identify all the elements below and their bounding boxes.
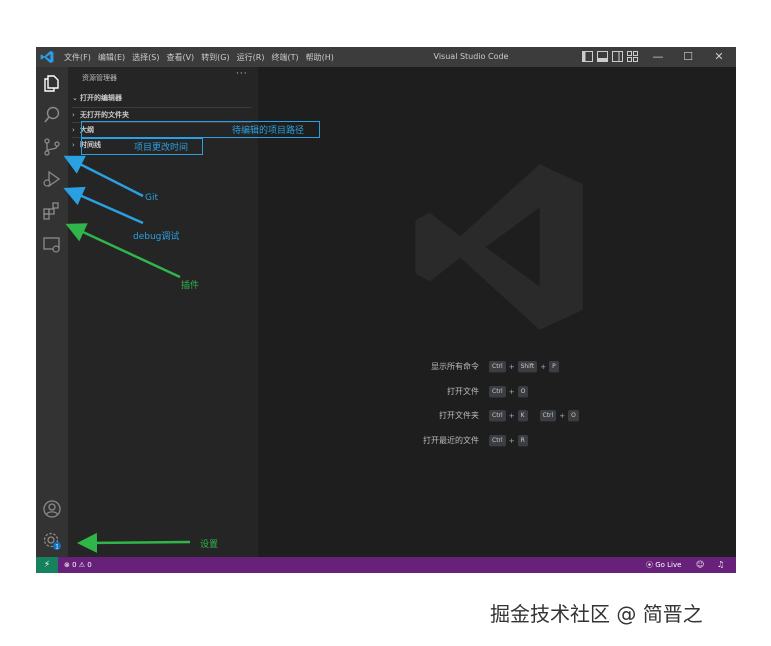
- shortcut-label: 打开文件: [447, 387, 479, 396]
- source-control-icon[interactable]: [42, 137, 62, 157]
- plus-sign: +: [508, 388, 515, 396]
- settings-gear-icon[interactable]: 1: [42, 531, 62, 551]
- plus-sign: +: [559, 412, 566, 420]
- notifications-bell-icon[interactable]: ♫: [717, 557, 724, 573]
- shortcut-keys: Ctrl + Shift + P: [489, 361, 559, 373]
- menu-bar: 文件(F) 编辑(E) 选择(S) 查看(V) 转到(G) 运行(R) 终端(T) 帮助(H): [64, 47, 341, 67]
- vscode-logo-icon: [40, 50, 54, 64]
- shortcut-row[interactable]: 打开文件 Ctrl + O: [258, 385, 736, 399]
- customize-layout-icon[interactable]: [627, 51, 638, 62]
- toggle-sidebar-icon[interactable]: [582, 51, 593, 62]
- shortcut-keys: Ctrl + O: [489, 386, 529, 398]
- keycap: Ctrl: [489, 435, 506, 447]
- run-debug-icon[interactable]: [42, 169, 62, 189]
- minimize-button[interactable]: —: [643, 47, 673, 67]
- watermark: 掘金技术社区 @ 简晋之: [490, 602, 703, 626]
- keycap: Ctrl: [489, 410, 506, 422]
- keycap: P: [549, 361, 559, 373]
- annotation-extensions: 插件: [181, 281, 200, 291]
- vscode-watermark-logo-icon: [415, 164, 583, 330]
- problems-indicator[interactable]: ⊗ 0 ⚠ 0: [64, 557, 92, 573]
- annotation-git: Git: [145, 193, 159, 203]
- menu-item[interactable]: 帮助(H): [306, 52, 334, 63]
- chevron-right-icon: ›: [72, 141, 75, 149]
- search-icon[interactable]: [42, 105, 62, 125]
- shortcut-row[interactable]: 打开最近的文件 Ctrl + R: [258, 434, 736, 448]
- status-bar: ⚡ ⊗ 0 ⚠ 0 ⦿ Go Live ☺ ♫: [36, 557, 736, 573]
- keycap: Ctrl: [489, 386, 506, 398]
- more-actions-icon[interactable]: ···: [236, 69, 248, 79]
- annotation-settings: 设置: [200, 540, 219, 550]
- menu-item[interactable]: 编辑(E): [98, 52, 125, 63]
- toggle-secondary-sidebar-icon[interactable]: [612, 51, 623, 62]
- shortcut-keys: Ctrl + R: [489, 435, 528, 447]
- keycap: Ctrl: [539, 410, 557, 422]
- shortcut-keys: Ctrl + K Ctrl + O: [489, 410, 579, 422]
- no-folder-section[interactable]: › 无打开的文件夹: [72, 107, 252, 122]
- plus-sign: +: [508, 363, 515, 371]
- editor-area: 显示所有命令 Ctrl + Shift + P 打开文件 Ctrl + O 打开文件夹 Ctrl + K C…: [258, 67, 736, 557]
- keycap: Shift: [517, 361, 538, 373]
- annotation-timeline: 项目更改时间: [134, 143, 189, 153]
- close-button[interactable]: ✕: [704, 47, 734, 67]
- shortcut-label: 打开文件夹: [439, 411, 479, 420]
- menu-item[interactable]: 文件(F): [64, 52, 91, 63]
- shortcut-label: 显示所有命令: [431, 362, 479, 371]
- settings-badge: 1: [55, 544, 59, 551]
- keycap: O: [568, 410, 579, 422]
- sidebar-title: 资源管理器: [82, 74, 117, 82]
- chevron-right-icon: ›: [72, 111, 75, 119]
- menu-item[interactable]: 选择(S): [132, 52, 159, 63]
- open-editors-label: 打开的编辑器: [80, 94, 122, 102]
- section-label: 无打开的文件夹: [80, 111, 129, 119]
- title-bar: 文件(F) 编辑(E) 选择(S) 查看(V) 转到(G) 运行(R) 终端(T) 帮助(H)…: [36, 47, 736, 67]
- chevron-right-icon: ›: [72, 126, 75, 134]
- go-live-button[interactable]: ⦿ Go Live: [646, 557, 681, 573]
- extensions-icon[interactable]: [42, 201, 62, 221]
- keycap: Ctrl: [489, 361, 506, 373]
- annotation-debug: debug调试: [133, 232, 180, 242]
- plus-sign: +: [508, 437, 515, 445]
- keycap: O: [517, 386, 529, 398]
- menu-item[interactable]: 转到(G): [201, 52, 229, 63]
- remote-indicator-icon[interactable]: ⚡: [36, 557, 58, 573]
- keycap: K: [517, 410, 528, 422]
- layout-controls: [582, 51, 638, 62]
- plus-sign: +: [540, 363, 547, 371]
- menu-item[interactable]: 运行(R): [237, 52, 265, 63]
- feedback-icon[interactable]: ☺: [696, 557, 704, 573]
- menu-item[interactable]: 终端(T): [271, 52, 298, 63]
- chevron-down-icon: ⌄: [72, 94, 78, 102]
- explorer-icon[interactable]: [42, 73, 62, 93]
- window-title: Visual Studio Code: [433, 52, 509, 61]
- shortcut-row[interactable]: 打开文件夹 Ctrl + K Ctrl + O: [258, 409, 736, 423]
- menu-item[interactable]: 查看(V): [166, 52, 194, 63]
- maximize-button[interactable]: ☐: [673, 47, 703, 67]
- toggle-panel-icon[interactable]: [597, 51, 608, 62]
- annotation-outline-path: 待编辑的项目路径: [232, 126, 305, 136]
- account-icon[interactable]: [42, 499, 62, 519]
- shortcut-row[interactable]: 显示所有命令 Ctrl + Shift + P: [258, 360, 736, 374]
- activity-bar: 1: [36, 67, 68, 557]
- open-editors-section[interactable]: ⌄ 打开的编辑器: [72, 93, 122, 103]
- keycap: R: [517, 435, 528, 447]
- remote-explorer-icon[interactable]: [42, 235, 62, 255]
- plus-sign: +: [508, 412, 515, 420]
- shortcut-label: 打开最近的文件: [423, 436, 479, 445]
